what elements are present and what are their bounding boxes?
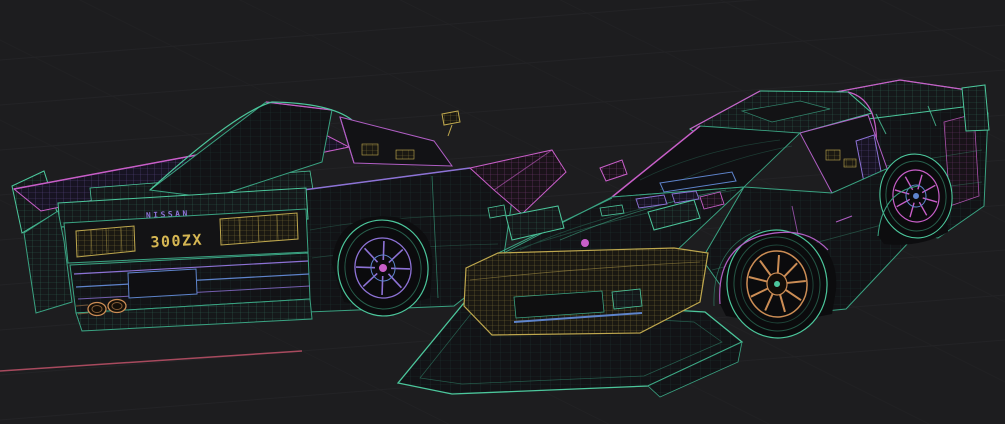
nose-badge (581, 239, 589, 247)
scene-svg: NISSAN 300ZX (0, 0, 1005, 424)
license-plate-recess (127, 268, 198, 299)
badge-model-text: 300ZX (150, 231, 204, 252)
left-car-rear-fascia: NISSAN 300ZX (57, 187, 313, 332)
viewport-3d[interactable]: NISSAN 300ZX (0, 0, 1005, 424)
left-taillight (75, 225, 136, 258)
right-taillight (219, 212, 299, 246)
